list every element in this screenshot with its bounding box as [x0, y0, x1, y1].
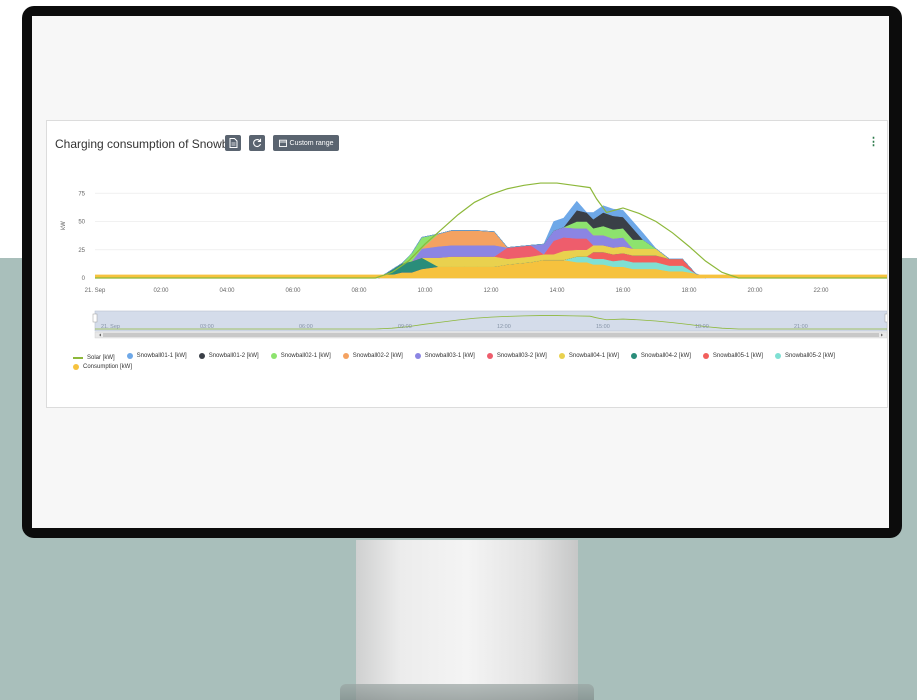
- legend-item-snowball05_2[interactable]: Snowball05-2 [kW]: [774, 353, 835, 359]
- navigator-handle-left: [92, 313, 98, 323]
- x-tick-label: 10:00: [417, 288, 433, 294]
- navigator-band: [94, 310, 887, 332]
- legend-item-snowball03_2[interactable]: Snowball03-2 [kW]: [486, 353, 547, 359]
- y-tick-label: 50: [78, 220, 85, 226]
- x-tick-label: 21. Sep: [85, 288, 106, 294]
- y-tick-label: 0: [82, 276, 86, 282]
- navigator-handle-right: [884, 313, 887, 323]
- navigator-tick-label: 03:00: [200, 324, 214, 330]
- legend-label: Snowball03-1 [kW]: [424, 353, 475, 359]
- legend-label: Snowball01-1 [kW]: [136, 353, 187, 359]
- monitor-stand: [356, 540, 578, 700]
- navigator-tick-label: 06:00: [299, 324, 313, 330]
- legend-item-snowball04_1[interactable]: Snowball04-1 [kW]: [558, 353, 619, 359]
- x-tick-label: 18:00: [681, 288, 697, 294]
- legend-label: Snowball04-1 [kW]: [568, 353, 619, 359]
- legend-swatch: [486, 353, 493, 359]
- scrollbar-thumb: [103, 333, 879, 337]
- legend-item-snowball01_1[interactable]: Snowball01-1 [kW]: [126, 353, 187, 359]
- x-tick-label: 20:00: [747, 288, 763, 294]
- y-tick-label: 25: [78, 248, 85, 254]
- legend-label: Consumption [kW]: [83, 364, 133, 370]
- navigator-tick-label: 15:00: [596, 324, 610, 330]
- navigator-tick-label: 12:00: [497, 324, 511, 330]
- y-axis-label: kW: [61, 221, 67, 230]
- legend-item-snowball04_2[interactable]: Snowball04-2 [kW]: [630, 353, 691, 359]
- legend-item-solar[interactable]: Solar [kW]: [73, 355, 115, 361]
- navigator-tick-label: 18:00: [695, 324, 709, 330]
- x-tick-label: 14:00: [549, 288, 565, 294]
- legend-label: Snowball04-2 [kW]: [640, 353, 691, 359]
- legend-swatch: [702, 353, 709, 359]
- legend-swatch: [342, 353, 349, 359]
- legend-label: Snowball05-2 [kW]: [784, 353, 835, 359]
- navigator-tick-label: 09:00: [398, 324, 412, 330]
- legend-swatch: [558, 353, 565, 359]
- monitor-stand-base: [340, 684, 594, 700]
- legend-item-snowball02_2[interactable]: Snowball02-2 [kW]: [342, 353, 403, 359]
- legend-swatch: [198, 353, 205, 359]
- legend-item-consumption[interactable]: Consumption [kW]: [73, 364, 132, 370]
- legend-item-snowball01_2[interactable]: Snowball01-2 [kW]: [198, 353, 259, 359]
- legend-swatch: [73, 357, 83, 359]
- legend-swatch: [414, 353, 421, 359]
- legend-swatch: [774, 353, 781, 359]
- x-tick-label: 16:00: [615, 288, 631, 294]
- x-tick-label: 06:00: [285, 288, 301, 294]
- x-tick-label: 12:00: [483, 288, 499, 294]
- navigator-tick-label: 21. Sep: [101, 324, 120, 330]
- legend-swatch: [270, 353, 277, 359]
- legend-label: Snowball05-1 [kW]: [712, 353, 763, 359]
- legend-item-snowball02_1[interactable]: Snowball02-1 [kW]: [270, 353, 331, 359]
- legend-item-snowball05_1[interactable]: Snowball05-1 [kW]: [702, 353, 763, 359]
- legend-swatch: [630, 353, 637, 359]
- legend-item-snowball03_1[interactable]: Snowball03-1 [kW]: [414, 353, 475, 359]
- legend-label: Solar [kW]: [87, 355, 115, 361]
- legend-label: Snowball01-2 [kW]: [208, 353, 259, 359]
- y-tick-label: 75: [78, 191, 85, 197]
- legend-swatch: [73, 364, 79, 370]
- navigator-tick-label: 21:00: [794, 324, 808, 330]
- x-tick-label: 22:00: [813, 288, 829, 294]
- x-tick-label: 04:00: [219, 288, 235, 294]
- x-tick-label: 02:00: [153, 288, 169, 294]
- charging-chart: 75 50 25 0 kW 21. Sep 02:00 04:00 06:00 08:00 10:0…: [61, 182, 887, 339]
- screen: Charging consumption of Snowball Custom …: [32, 16, 889, 528]
- legend-swatch: [126, 353, 133, 359]
- legend-label: Snowball03-2 [kW]: [496, 353, 547, 359]
- legend-label: Snowball02-2 [kW]: [352, 353, 403, 359]
- chart-legend: Solar [kW] Snowball01-1 [kW] Snowball01-2 …: [73, 353, 885, 373]
- monitor: Charging consumption of Snowball Custom …: [22, 6, 902, 538]
- x-tick-label: 08:00: [351, 288, 367, 294]
- chart-card: Charging consumption of Snowball Custom …: [46, 120, 888, 408]
- legend-label: Snowball02-1 [kW]: [280, 353, 331, 359]
